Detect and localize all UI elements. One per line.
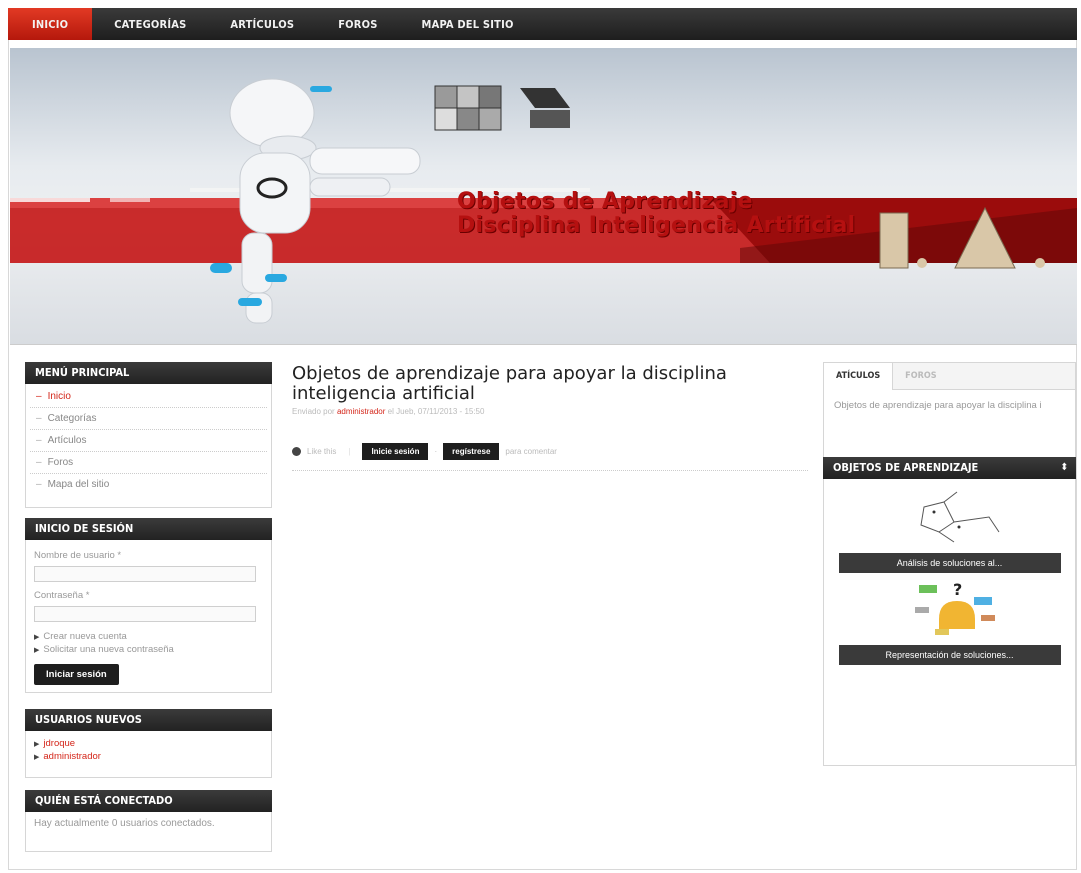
submitted-date: el Jueb, 07/11/2013 - 15:50 <box>387 407 485 416</box>
banner-title-line1: Objetos de Aprendizaje <box>457 189 753 214</box>
password-field[interactable] <box>34 606 256 622</box>
question-bag-icon: ? <box>914 580 995 635</box>
login-block: INICIO DE SESIÓN Nombre de usuario * Con… <box>25 518 272 693</box>
new-users-block: USUARIOS NUEVOS ▶ jdroque ▶ administrador <box>25 709 272 778</box>
tabs-block: ATÍCULOS FOROS Objetos de aprendizaje pa… <box>823 362 1076 465</box>
triangle-right-icon: ▶ <box>34 741 40 748</box>
sort-toggle-icon[interactable]: ⬍ <box>1060 457 1068 479</box>
submitted-info: Enviado por administrador el Jueb, 07/11… <box>292 407 484 416</box>
banner-title: Objetos de Aprendizaje Disciplina Inteli… <box>457 190 855 238</box>
who-online-title: QUIÉN ESTÁ CONECTADO <box>25 790 272 812</box>
menu-item-label: Artículos <box>47 435 87 446</box>
svg-text:?: ? <box>953 580 962 599</box>
main-menu-title: MENÚ PRINCIPAL <box>25 362 272 384</box>
who-online-text: Hay actualmente 0 usuarios conectados. <box>34 818 215 829</box>
cube-logo <box>434 85 570 131</box>
object-thumbnail[interactable] <box>839 487 1061 547</box>
create-account-label: Crear nueva cuenta <box>43 631 127 642</box>
login-form: Nombre de usuario * Contraseña * ▶ Crear … <box>26 540 271 691</box>
menu-item-mapa-del-sitio[interactable]: – Mapa del sitio <box>30 474 267 495</box>
dash-icon: – <box>36 457 42 468</box>
objects-title-label: OBJETOS DE APRENDIZAJE <box>833 461 979 474</box>
new-users-title: USUARIOS NUEVOS <box>25 709 272 731</box>
author-link[interactable]: administrador <box>337 407 385 416</box>
content-divider <box>292 470 808 471</box>
username-field[interactable] <box>34 566 256 582</box>
menu-item-label: Mapa del sitio <box>47 479 110 490</box>
nav-item-mapa-del-sitio[interactable]: MAPA DEL SITIO <box>400 8 536 40</box>
submitted-prefix: Enviado por <box>292 407 335 416</box>
new-users-list: ▶ jdroque ▶ administrador <box>34 737 263 763</box>
dash-icon: – <box>36 435 42 446</box>
top-navigation: INICIO CATEGORÍAS ARTÍCULOS FOROS MAPA D… <box>8 8 1077 40</box>
user-name: jdroque <box>43 738 76 749</box>
menu-item-label: Categorías <box>47 413 97 424</box>
dash-icon: – <box>36 391 42 402</box>
tab-foros[interactable]: FOROS <box>893 363 948 389</box>
object-item-button[interactable]: Representación de soluciones... <box>838 645 1061 665</box>
main-menu-block: MENÚ PRINCIPAL – Inicio – Categorías – Artí… <box>25 362 272 508</box>
tab-content: Objetos de aprendizaje para apoyar la di… <box>824 390 1075 422</box>
menu-item-inicio[interactable]: – Inicio <box>30 386 267 408</box>
menu-item-foros[interactable]: – Foros <box>30 452 267 474</box>
nav-item-foros[interactable]: FOROS <box>316 8 399 40</box>
user-link[interactable]: ▶ administrador <box>34 750 263 763</box>
graph-diagram-icon <box>919 491 999 543</box>
password-label: Contraseña * <box>34 590 90 601</box>
tabs-header: ATÍCULOS FOROS <box>824 363 1075 390</box>
like-label[interactable]: Like this <box>307 447 336 456</box>
login-to-comment-button[interactable]: Inicie sesión <box>362 443 429 460</box>
nav-item-inicio[interactable]: INICIO <box>8 8 93 40</box>
separator-dot: · <box>434 447 438 456</box>
banner-title-line2: Disciplina Inteligencia Artificial <box>457 213 856 238</box>
dash-icon: – <box>36 413 42 424</box>
user-link[interactable]: ▶ jdroque <box>34 737 263 750</box>
separator: | <box>348 447 351 456</box>
register-button[interactable]: regístrese <box>443 443 500 460</box>
nav-item-articulos[interactable]: ARTÍCULOS <box>208 8 316 40</box>
menu-item-categorias[interactable]: – Categorías <box>30 408 267 430</box>
comment-note: para comentar <box>505 447 557 456</box>
object-thumbnail[interactable]: ? <box>839 579 1061 641</box>
user-name: administrador <box>43 751 101 762</box>
triangle-right-icon: ▶ <box>34 647 40 654</box>
menu-item-label: Foros <box>47 457 74 468</box>
login-submit-row: Iniciar sesión <box>34 664 263 685</box>
new-users-body: ▶ jdroque ▶ administrador <box>26 731 271 769</box>
nav-item-categorias[interactable]: CATEGORÍAS <box>92 8 208 40</box>
triangle-right-icon: ▶ <box>34 754 40 761</box>
request-password-link[interactable]: ▶ Solicitar una nueva contraseña <box>34 643 263 656</box>
who-online-block: QUIÉN ESTÁ CONECTADO Hay actualmente 0 u… <box>25 790 272 852</box>
create-account-link[interactable]: ▶ Crear nueva cuenta <box>34 630 263 643</box>
login-links: ▶ Crear nueva cuenta ▶ Solicitar una nueva… <box>34 630 263 656</box>
dash-icon: – <box>36 479 42 490</box>
tab-articulos[interactable]: ATÍCULOS <box>824 363 894 390</box>
request-password-label: Solicitar una nueva contraseña <box>43 644 174 655</box>
like-icon[interactable] <box>292 447 301 456</box>
triangle-right-icon: ▶ <box>34 634 40 641</box>
login-title: INICIO DE SESIÓN <box>25 518 272 540</box>
article-actions: Like this | Inicie sesión · regístrese p… <box>292 443 557 460</box>
username-label: Nombre de usuario * <box>34 550 122 561</box>
menu-item-label: Inicio <box>47 391 71 402</box>
main-menu-list: – Inicio – Categorías – Artículos – Foros – M… <box>26 384 271 497</box>
menu-item-articulos[interactable]: – Artículos <box>30 430 267 452</box>
header-banner: Objetos de Aprendizaje Disciplina Inteli… <box>10 48 1077 345</box>
objects-title: OBJETOS DE APRENDIZAJE ⬍ <box>823 457 1076 479</box>
login-submit-button[interactable]: Iniciar sesión <box>34 664 119 685</box>
article-title[interactable]: Objetos de aprendizaje para apoyar la di… <box>292 364 772 404</box>
objects-block: OBJETOS DE APRENDIZAJE ⬍ Análisis de sol… <box>823 457 1076 766</box>
objects-list: Análisis de soluciones al... ? Represent… <box>824 479 1075 665</box>
object-item-button[interactable]: Análisis de soluciones al... <box>838 553 1061 573</box>
tab-article-link[interactable]: Objetos de aprendizaje para apoyar la di… <box>834 400 1042 411</box>
